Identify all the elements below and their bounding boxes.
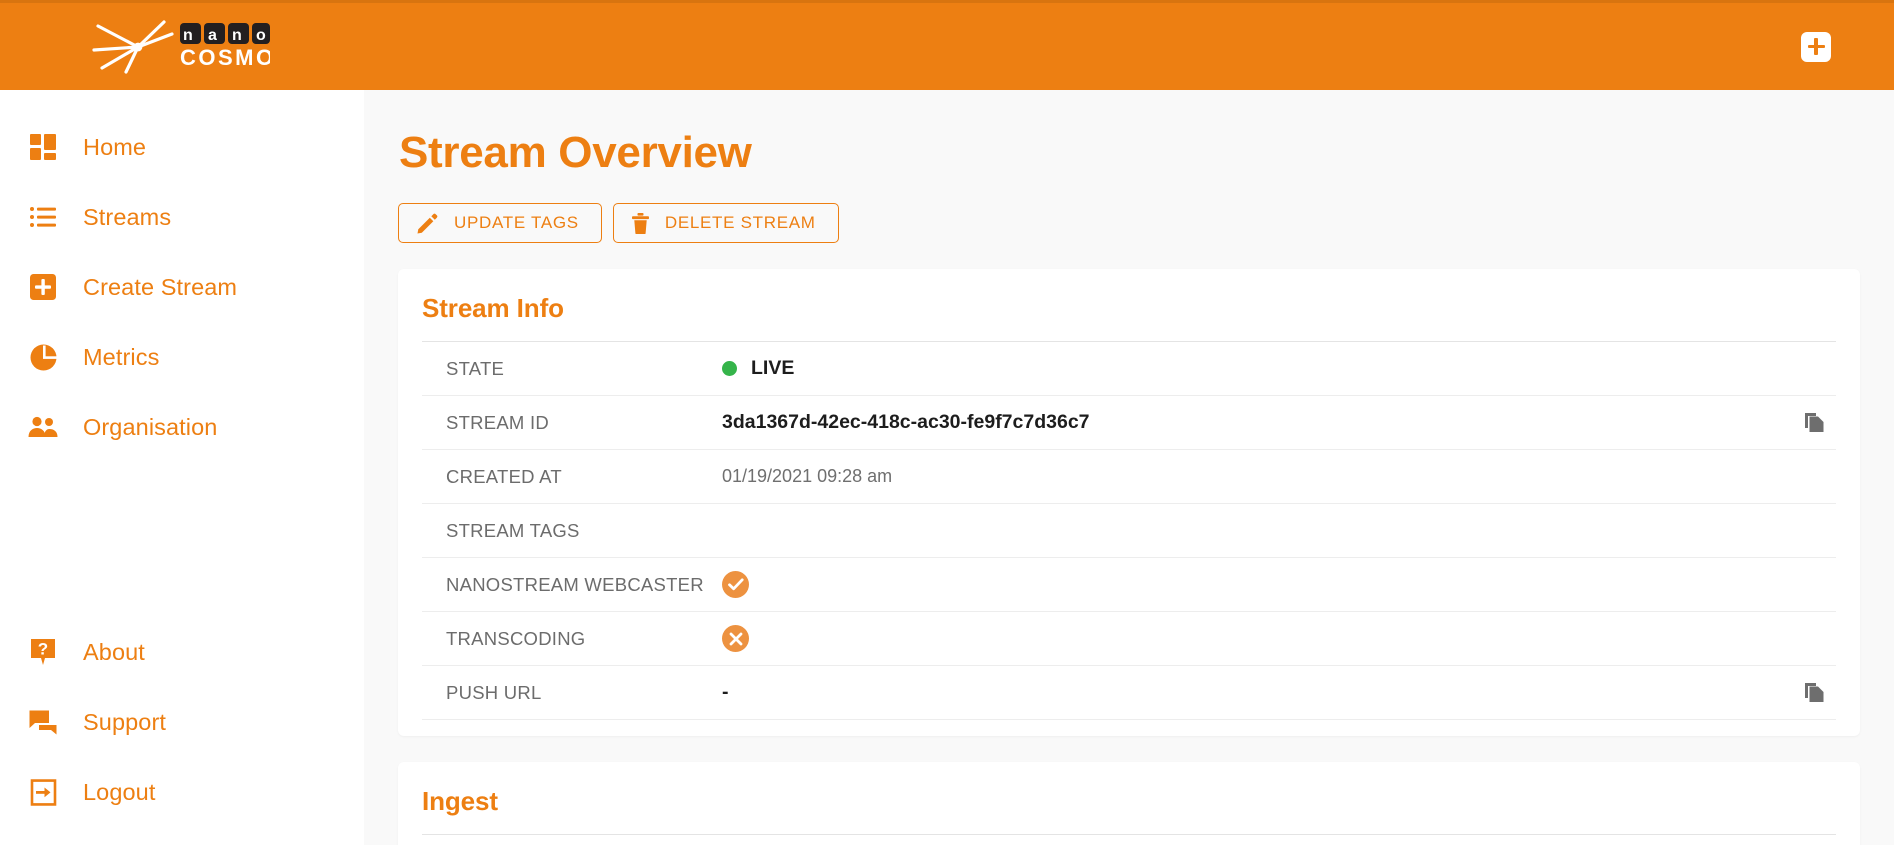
- sidebar-navigation: Home Streams Create Stream Metrics Organ…: [0, 90, 364, 845]
- row-value: [722, 571, 749, 598]
- svg-text:o: o: [256, 27, 266, 44]
- main-content-area: Stream Overview UPDATE TAGS DELETE STREA…: [364, 90, 1894, 845]
- check-circle-icon: [722, 571, 749, 598]
- cross-circle-icon: [722, 625, 749, 652]
- sidebar-item-home[interactable]: Home: [0, 112, 364, 182]
- table-row-transcoding: TRANSCODING: [422, 612, 1836, 666]
- sidebar-item-label: Home: [83, 133, 147, 160]
- row-value: [722, 625, 749, 652]
- table-row-created-at: CREATED AT 01/19/2021 09:28 am: [422, 450, 1836, 504]
- sidebar-item-label: Streams: [83, 203, 172, 230]
- people-icon: [26, 410, 60, 444]
- stream-info-title: Stream Info: [422, 269, 1836, 342]
- update-tags-label: UPDATE TAGS: [454, 213, 579, 232]
- sidebar-item-logout[interactable]: Logout: [0, 757, 364, 827]
- table-row-nanostream-webcaster: NANOSTREAM WEBCASTER: [422, 558, 1836, 612]
- body-container: Home Streams Create Stream Metrics Organ…: [0, 90, 1894, 845]
- top-header-bar: n a n o COSMOS: [0, 0, 1894, 90]
- delete-stream-button[interactable]: DELETE STREAM: [612, 203, 839, 243]
- table-row-rtmp-ingest-streamname: RTMP INGEST STREAMNAME JFbYG-36AR8: [422, 835, 1836, 845]
- sidebar-item-support[interactable]: Support: [0, 687, 364, 757]
- live-status-dot-icon: [722, 361, 737, 376]
- nanocosmos-logo[interactable]: n a n o COSMOS: [92, 3, 270, 90]
- row-value: 01/19/2021 09:28 am: [722, 466, 893, 486]
- add-stream-button[interactable]: [1801, 31, 1831, 62]
- sidebar-item-label: Create Stream: [83, 273, 238, 300]
- svg-text:n: n: [183, 27, 193, 44]
- row-label: STREAM ID: [446, 411, 549, 433]
- ingest-card: Ingest RTMP INGEST STREAMNAME JFbYG-36AR…: [398, 762, 1860, 845]
- svg-text:a: a: [208, 27, 217, 44]
- page-title: Stream Overview: [399, 128, 752, 177]
- row-label: TRANSCODING: [446, 627, 586, 649]
- pie-chart-icon: [26, 340, 60, 374]
- sidebar-item-streams[interactable]: Streams: [0, 182, 364, 252]
- table-row-push-url: PUSH URL -: [422, 666, 1836, 720]
- question-mark-icon: ?: [26, 635, 60, 669]
- plus-square-icon: [26, 270, 60, 304]
- sidebar-item-about[interactable]: ? About: [0, 617, 364, 687]
- sidebar-item-metrics[interactable]: Metrics: [0, 322, 364, 392]
- row-label: STATE: [446, 357, 505, 379]
- table-row-state: STATE LIVE: [422, 342, 1836, 396]
- row-value: -: [722, 681, 729, 703]
- row-label: NANOSTREAM WEBCASTER: [446, 573, 704, 595]
- logout-arrow-icon: [26, 775, 60, 809]
- copy-icon[interactable]: [1802, 681, 1826, 705]
- plus-icon-vertical: [1814, 38, 1818, 55]
- svg-text:n: n: [232, 27, 242, 44]
- sidebar-item-label: Metrics: [83, 343, 160, 370]
- ingest-title: Ingest: [422, 762, 1836, 835]
- chat-bubble-icon: [26, 705, 60, 739]
- update-tags-button[interactable]: UPDATE TAGS: [398, 203, 602, 243]
- svg-text:?: ?: [38, 639, 48, 658]
- row-label: CREATED AT: [446, 465, 562, 487]
- table-row-stream-id: STREAM ID 3da1367d-42ec-418c-ac30-fe9f7c…: [422, 396, 1836, 450]
- pencil-icon: [417, 213, 438, 234]
- state-value-text: LIVE: [751, 357, 795, 379]
- svg-text:COSMOS: COSMOS: [180, 45, 270, 70]
- action-button-row: UPDATE TAGS DELETE STREAM: [398, 203, 1860, 243]
- sidebar-item-label: Support: [83, 708, 167, 735]
- logo-graphic: n a n o COSMOS: [92, 19, 270, 74]
- row-label: STREAM TAGS: [446, 519, 580, 541]
- dashboard-grid-icon: [26, 130, 60, 164]
- sidebar-item-label: Logout: [83, 778, 156, 805]
- row-value: LIVE: [722, 357, 794, 380]
- copy-icon[interactable]: [1802, 411, 1826, 435]
- row-label: PUSH URL: [446, 681, 542, 703]
- table-row-stream-tags: STREAM TAGS: [422, 504, 1836, 558]
- delete-stream-label: DELETE STREAM: [664, 213, 816, 232]
- sidebar-item-label: Organisation: [83, 413, 218, 440]
- stream-info-card: Stream Info STATE LIVE STREAM ID 3da1367…: [398, 269, 1860, 736]
- sidebar-bottom-group: ? About Support Logout: [0, 617, 364, 827]
- sidebar-item-organisation[interactable]: Organisation: [0, 392, 364, 462]
- sidebar-item-create-stream[interactable]: Create Stream: [0, 252, 364, 322]
- trash-icon: [631, 212, 649, 234]
- list-icon: [26, 200, 60, 234]
- sidebar-item-label: About: [83, 638, 145, 665]
- application-window: n a n o COSMOS: [0, 0, 1894, 845]
- row-value: 3da1367d-42ec-418c-ac30-fe9f7c7d36c7: [722, 411, 1090, 433]
